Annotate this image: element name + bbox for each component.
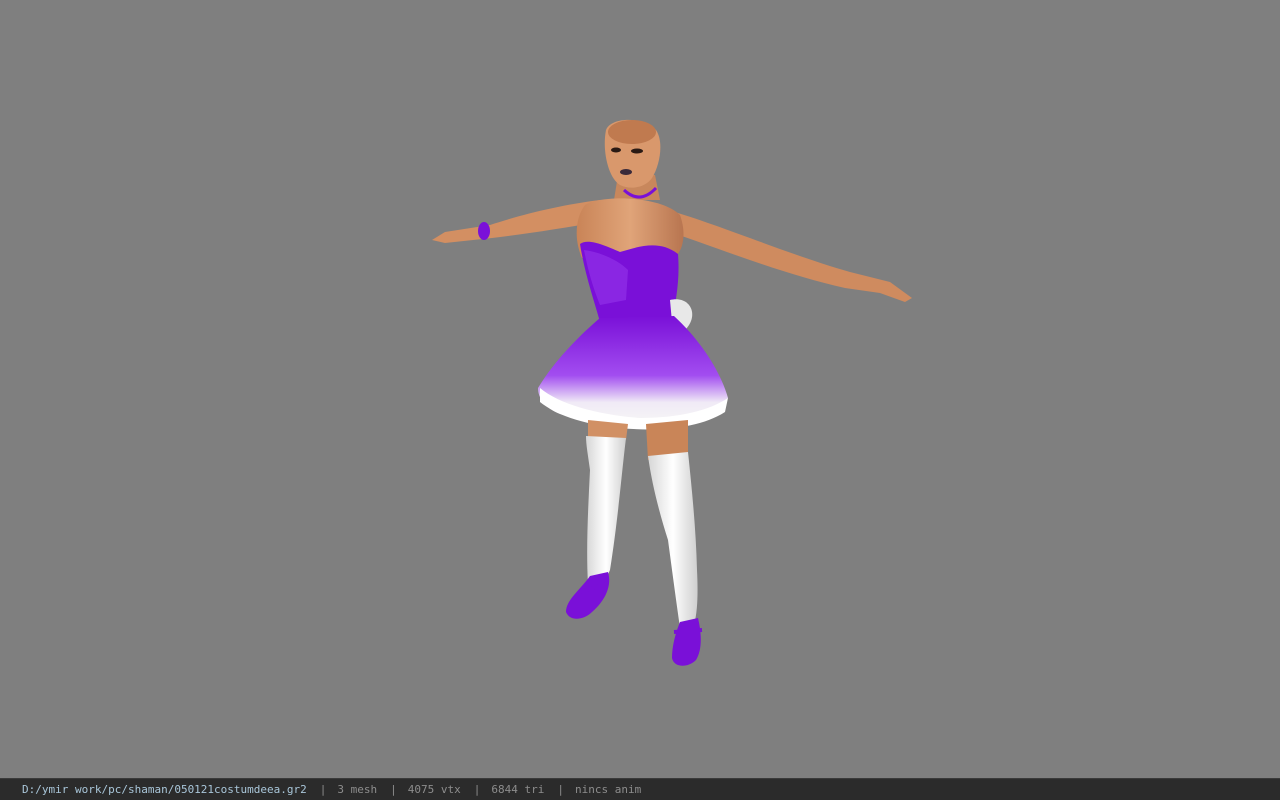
left-stocking [586, 436, 626, 588]
mesh-count: 3 mesh [337, 783, 378, 796]
left-shoe [566, 572, 610, 619]
right-arm [668, 210, 912, 302]
character-model-render [432, 119, 912, 666]
right-shoe [672, 618, 701, 666]
separator: | [390, 783, 397, 796]
left-arm [432, 200, 600, 243]
3d-viewport[interactable] [0, 0, 1280, 778]
right-stocking [648, 452, 698, 628]
eye-right [631, 148, 643, 154]
eye-left [611, 147, 621, 153]
status-bar: D:/ymir work/pc/shaman/050121costumdeea.… [0, 778, 1280, 800]
separator: | [557, 783, 564, 796]
file-path: D:/ymir work/pc/shaman/050121costumdeea.… [22, 783, 307, 796]
triangle-count: 6844 tri [491, 783, 545, 796]
lips [620, 169, 632, 175]
right-shoe-strap [673, 628, 703, 634]
vertex-count: 4075 vtx [407, 783, 461, 796]
anim-status: nincs anim [575, 783, 642, 796]
separator: | [319, 783, 327, 796]
hair-cap [608, 120, 656, 144]
separator: | [473, 783, 481, 796]
bracelet [478, 222, 490, 240]
